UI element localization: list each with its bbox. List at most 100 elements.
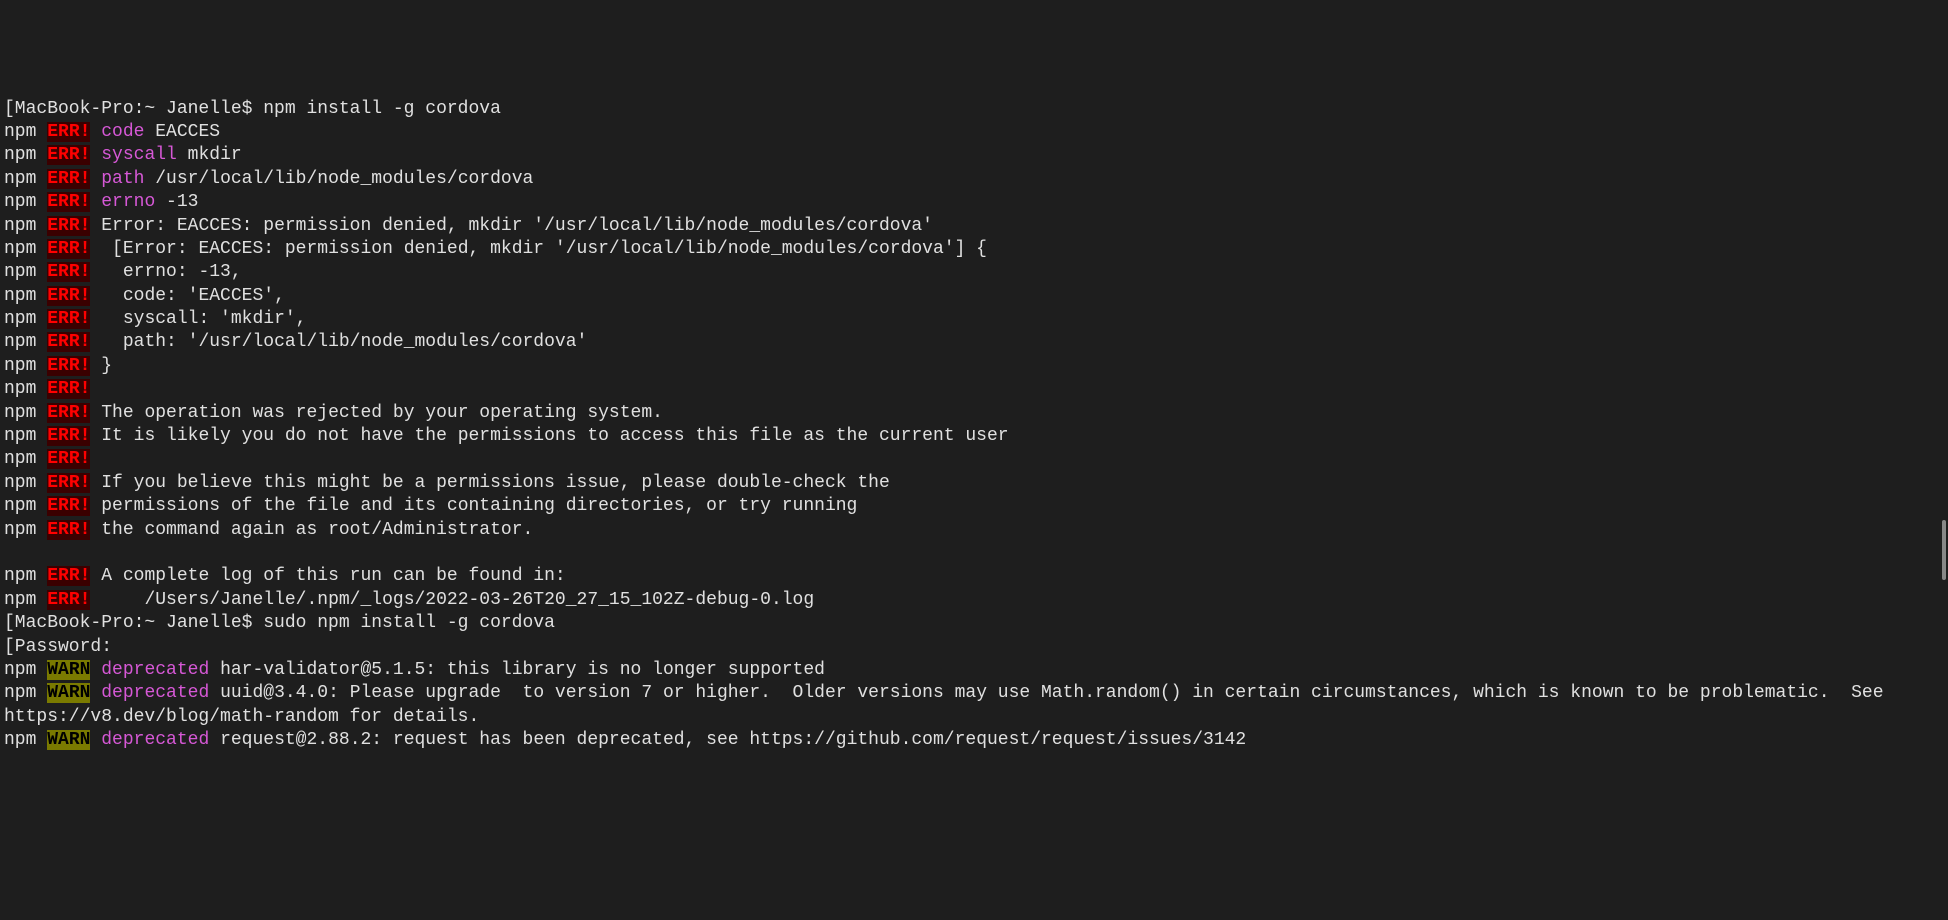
npm-prefix: npm: [4, 332, 47, 352]
npm-prefix: npm: [4, 216, 47, 236]
terminal-line: npm WARN deprecated har-validator@5.1.5:…: [4, 659, 1944, 682]
err-message: }: [90, 356, 112, 376]
npm-prefix: npm: [4, 496, 47, 516]
err-tag: ERR!: [47, 122, 90, 142]
warn-tag: WARN: [47, 730, 90, 750]
err-key: errno: [90, 192, 155, 212]
terminal-line: npm ERR! /Users/Janelle/.npm/_logs/2022-…: [4, 589, 1944, 612]
terminal-line: npm WARN deprecated uuid@3.4.0: Please u…: [4, 682, 1944, 729]
err-message: path: '/usr/local/lib/node_modules/cordo…: [90, 332, 587, 352]
err-tag: ERR!: [47, 426, 90, 446]
terminal-line: npm ERR! code EACCES: [4, 121, 1944, 144]
npm-prefix: npm: [4, 145, 47, 165]
err-tag: ERR!: [47, 449, 90, 469]
terminal-line: [MacBook-Pro:~ Janelle$ npm install -g c…: [4, 98, 1944, 121]
err-message: [Error: EACCES: permission denied, mkdir…: [90, 239, 987, 259]
err-tag: ERR!: [47, 520, 90, 540]
terminal-line: npm ERR! The operation was rejected by y…: [4, 402, 1944, 425]
npm-prefix: npm: [4, 309, 47, 329]
err-message: -13: [155, 192, 198, 212]
npm-prefix: npm: [4, 122, 47, 142]
warn-message: har-validator@5.1.5: this library is no …: [209, 660, 825, 680]
terminal-line: [MacBook-Pro:~ Janelle$ sudo npm install…: [4, 612, 1944, 635]
terminal-line: npm ERR! A complete log of this run can …: [4, 565, 1944, 588]
npm-prefix: npm: [4, 520, 47, 540]
npm-prefix: npm: [4, 590, 47, 610]
terminal-line: npm ERR!: [4, 378, 1944, 401]
npm-prefix: npm: [4, 239, 47, 259]
err-tag: ERR!: [47, 239, 90, 259]
terminal-line: npm ERR! syscall: 'mkdir',: [4, 308, 1944, 331]
terminal-line: npm ERR! Error: EACCES: permission denie…: [4, 215, 1944, 238]
err-tag: ERR!: [47, 192, 90, 212]
terminal-line: npm ERR! the command again as root/Admin…: [4, 519, 1944, 542]
err-key: code: [90, 122, 144, 142]
err-key: path: [90, 169, 144, 189]
err-message: errno: -13,: [90, 262, 241, 282]
terminal-line: npm ERR! code: 'EACCES',: [4, 285, 1944, 308]
prompt-text: [Password:: [4, 637, 112, 657]
terminal-line: npm ERR! path /usr/local/lib/node_module…: [4, 168, 1944, 191]
err-tag: ERR!: [47, 403, 90, 423]
terminal-line: [4, 542, 1944, 565]
npm-prefix: npm: [4, 660, 47, 680]
prompt-text: [MacBook-Pro:~ Janelle$ sudo npm install…: [4, 613, 555, 633]
err-key: syscall: [90, 145, 176, 165]
err-tag: ERR!: [47, 332, 90, 352]
err-tag: ERR!: [47, 356, 90, 376]
err-tag: ERR!: [47, 145, 90, 165]
err-tag: ERR!: [47, 262, 90, 282]
err-message: It is likely you do not have the permiss…: [90, 426, 1008, 446]
terminal-line: npm ERR! syscall mkdir: [4, 144, 1944, 167]
err-message: A complete log of this run can be found …: [90, 566, 565, 586]
npm-prefix: npm: [4, 730, 47, 750]
err-message: /usr/local/lib/node_modules/cordova: [144, 169, 533, 189]
warn-key: deprecated: [90, 660, 209, 680]
terminal-line: [Password:: [4, 636, 1944, 659]
warn-message: uuid@3.4.0: Please upgrade to version 7 …: [4, 683, 1894, 726]
npm-prefix: npm: [4, 192, 47, 212]
err-tag: ERR!: [47, 566, 90, 586]
err-message: The operation was rejected by your opera…: [90, 403, 663, 423]
warn-message: request@2.88.2: request has been depreca…: [209, 730, 1246, 750]
err-tag: ERR!: [47, 496, 90, 516]
terminal-output[interactable]: [MacBook-Pro:~ Janelle$ npm install -g c…: [4, 98, 1944, 753]
warn-tag: WARN: [47, 660, 90, 680]
err-message: /Users/Janelle/.npm/_logs/2022-03-26T20_…: [90, 590, 814, 610]
terminal-line: npm ERR! [Error: EACCES: permission deni…: [4, 238, 1944, 261]
warn-key: deprecated: [90, 730, 209, 750]
err-message: the command again as root/Administrator.: [90, 520, 533, 540]
err-message: If you believe this might be a permissio…: [90, 473, 889, 493]
scrollbar-track: [1942, 0, 1946, 796]
scrollbar-thumb[interactable]: [1942, 520, 1946, 580]
err-tag: ERR!: [47, 286, 90, 306]
terminal-line: npm ERR! It is likely you do not have th…: [4, 425, 1944, 448]
npm-prefix: npm: [4, 403, 47, 423]
npm-prefix: npm: [4, 473, 47, 493]
err-tag: ERR!: [47, 590, 90, 610]
terminal-line: npm ERR! permissions of the file and its…: [4, 495, 1944, 518]
terminal-line: npm WARN deprecated request@2.88.2: requ…: [4, 729, 1944, 752]
npm-prefix: npm: [4, 379, 47, 399]
err-tag: ERR!: [47, 216, 90, 236]
prompt-text: [MacBook-Pro:~ Janelle$ npm install -g c…: [4, 99, 501, 119]
npm-prefix: npm: [4, 683, 47, 703]
terminal-line: npm ERR! path: '/usr/local/lib/node_modu…: [4, 331, 1944, 354]
warn-key: deprecated: [90, 683, 209, 703]
err-tag: ERR!: [47, 379, 90, 399]
npm-prefix: npm: [4, 286, 47, 306]
npm-prefix: npm: [4, 426, 47, 446]
terminal-line: npm ERR! If you believe this might be a …: [4, 472, 1944, 495]
err-message: permissions of the file and its containi…: [90, 496, 857, 516]
npm-prefix: npm: [4, 356, 47, 376]
npm-prefix: npm: [4, 449, 47, 469]
npm-prefix: npm: [4, 262, 47, 282]
err-message: code: 'EACCES',: [90, 286, 284, 306]
terminal-line: npm ERR! errno -13: [4, 191, 1944, 214]
err-message: syscall: 'mkdir',: [90, 309, 306, 329]
warn-tag: WARN: [47, 683, 90, 703]
err-message: EACCES: [144, 122, 220, 142]
err-tag: ERR!: [47, 309, 90, 329]
npm-prefix: npm: [4, 566, 47, 586]
err-tag: ERR!: [47, 473, 90, 493]
